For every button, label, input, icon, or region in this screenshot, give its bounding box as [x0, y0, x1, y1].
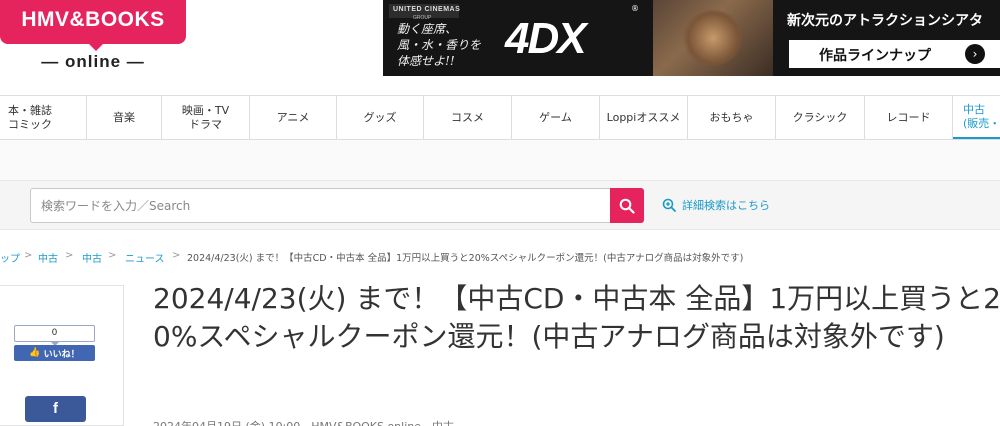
advanced-search-label: 詳細検索はこちら	[682, 199, 770, 212]
nav-item-movies[interactable]: 映画・TV ドラマ	[162, 96, 250, 139]
search-icon	[619, 198, 635, 214]
nav-item-anime[interactable]: アニメ	[250, 96, 337, 139]
search-button[interactable]	[610, 188, 644, 223]
article-title: 2024/4/23(火) まで！【中古CD・中古本 全品】1万円以上買うと20%…	[153, 282, 1000, 353]
nav-item-music[interactable]: 音楽	[87, 96, 162, 139]
spacer	[0, 140, 1000, 180]
nav-item-toys[interactable]: おもちゃ	[688, 96, 776, 139]
4dx-logo: 4DX	[505, 14, 587, 63]
facebook-icon: f	[53, 400, 58, 417]
zoom-in-icon	[662, 198, 676, 212]
chevron-right-icon: ›	[965, 44, 985, 64]
lineup-label: 作品ラインナップ	[819, 48, 931, 64]
united-cinemas-label: UNITED CINEMAS	[393, 6, 461, 13]
nav-item-record[interactable]: レコード	[865, 96, 953, 139]
facebook-like-button[interactable]: 👍 いいね！	[14, 345, 95, 361]
nav-item-loppi[interactable]: Loppiオススメ	[600, 96, 688, 139]
search-input[interactable]	[30, 188, 610, 223]
nav-item-books[interactable]: 本・雑誌 コミック	[0, 96, 87, 139]
breadcrumb-separator: >	[172, 250, 181, 261]
breadcrumb-used-2[interactable]: 中古	[82, 250, 102, 265]
breadcrumb-current: 2024/4/23(火) まで！【中古CD・中古本 全品】1万円以上買うと20%…	[187, 253, 744, 264]
banner-tagline: 新次元のアトラクションシアタ	[787, 13, 983, 29]
breadcrumb-separator: >	[24, 250, 33, 261]
search-bar: 詳細検索はこちら	[0, 180, 1000, 230]
advanced-search-link[interactable]: 詳細検索はこちら	[662, 197, 770, 213]
hmv-books-logo[interactable]: HMV&BOOKS	[0, 0, 186, 44]
lineup-button[interactable]: 作品ラインナップ ›	[789, 40, 1000, 68]
breadcrumb-separator: >	[65, 250, 74, 261]
nav-item-goods[interactable]: グッズ	[337, 96, 424, 139]
thumbs-up-icon: 👍	[29, 348, 41, 358]
facebook-share-button[interactable]: f	[25, 396, 86, 422]
article-meta: 2024年04月19日 (金) 10:00 - HMV&BOOKS online…	[153, 418, 454, 426]
nav-item-classic[interactable]: クラシック	[776, 96, 865, 139]
ad-banner-4dx[interactable]: UNITED CINEMAS GROUP 動く座席、 風・水・香りを 体感せよ!…	[383, 0, 1000, 76]
nav-item-game[interactable]: ゲーム	[512, 96, 600, 139]
nav-item-used[interactable]: 中古 (販売・	[953, 96, 1000, 139]
site-header: HMV&BOOKS — online — UNITED CINEMAS GROU…	[0, 0, 1000, 95]
logo-text: HMV&BOOKS	[21, 8, 165, 31]
registered-mark-icon: ®	[631, 4, 639, 13]
breadcrumb-separator: >	[108, 250, 117, 261]
like-count: 0	[14, 325, 95, 346]
breadcrumb-news[interactable]: ニュース	[125, 250, 165, 265]
breadcrumb-used[interactable]: 中古	[38, 250, 58, 265]
logo-subtitle: — online —	[41, 52, 145, 71]
logo-notch	[89, 44, 103, 51]
banner-image-highlight	[683, 10, 743, 66]
nav-item-cosme[interactable]: コスメ	[424, 96, 512, 139]
breadcrumb-top[interactable]: ップ	[0, 250, 20, 265]
banner-catch-copy: 動く座席、 風・水・香りを 体感せよ!!	[397, 22, 482, 68]
category-nav: 本・雑誌 コミック 音楽 映画・TV ドラマ アニメ グッズ コスメ ゲーム L…	[0, 95, 1000, 140]
breadcrumb: ップ > 中古 > 中古 > ニュース > 2024/4/23(火) まで！【中…	[0, 248, 1000, 265]
social-share-sidebar: 0 👍 いいね！ f	[0, 285, 124, 426]
like-label: いいね！	[43, 349, 80, 360]
